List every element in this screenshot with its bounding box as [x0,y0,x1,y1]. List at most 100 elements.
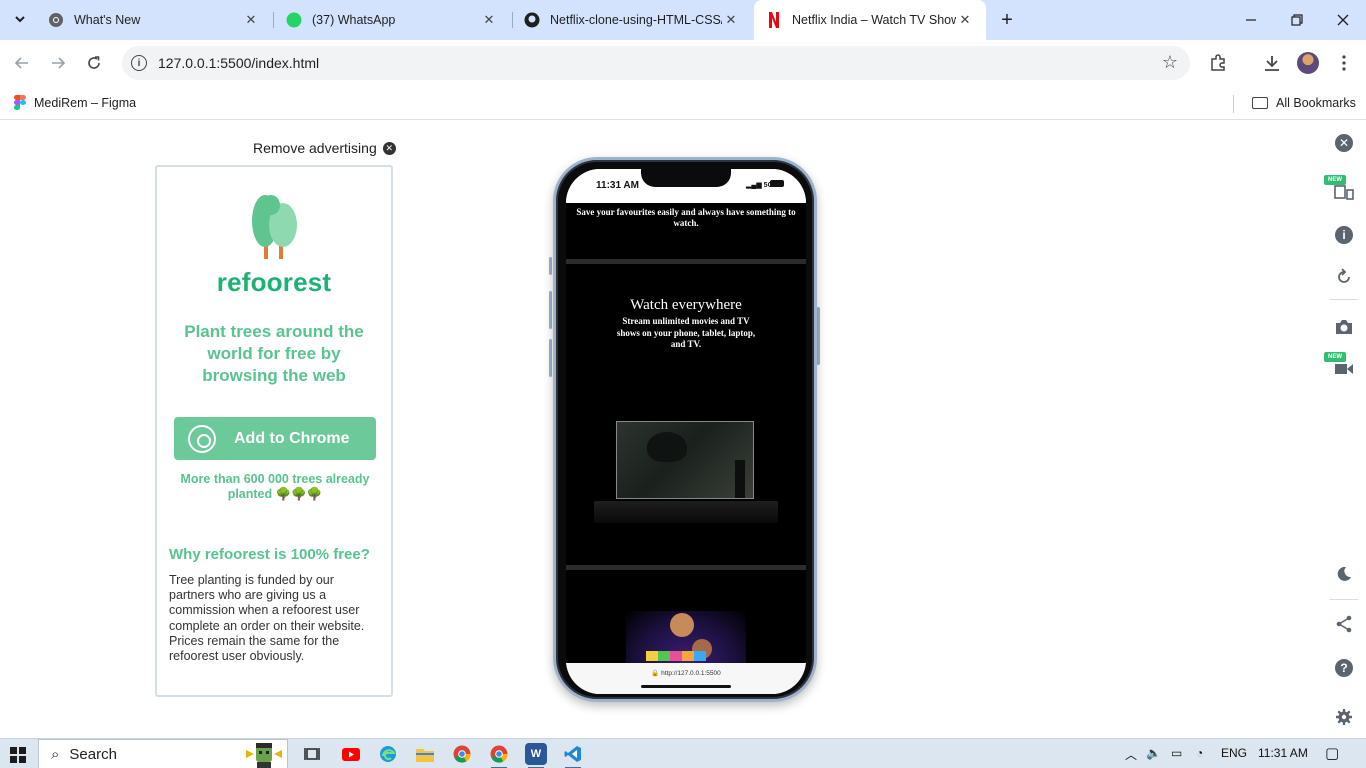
moon-icon [1337,566,1351,581]
chevron-down-icon [15,16,25,23]
tab-whats-new[interactable]: What's New ✕ [36,0,272,40]
info-button[interactable]: i [1333,224,1355,246]
phone-url: http://127.0.0.1:5500 [661,670,721,677]
download-icon [1265,56,1279,71]
extensions-button[interactable] [1206,51,1230,75]
tab-netflix[interactable]: Netflix India – Watch TV Shows ✕ [754,0,986,40]
help-button[interactable]: ? [1333,657,1355,679]
downloads-button[interactable] [1260,51,1284,75]
tab-whatsapp[interactable]: (37) WhatsApp ✕ [274,0,510,40]
close-tab-icon[interactable]: ✕ [722,12,740,28]
chrome-profile-app-icon[interactable] [488,743,510,768]
close-panel-button[interactable]: ✕ [1333,132,1355,154]
favourites-text: Save your favourites easily and always h… [576,207,796,228]
windows-taskbar: ⌕ Search W ︿ 🔈 ▭ ◔ ENG 11:31 AM ▢ [0,738,1366,768]
page-content: Remove advertising ✕ refoorest Plant tre… [0,121,1366,738]
task-view-icon[interactable] [301,743,323,765]
notifications-icon[interactable]: ▢ [1325,744,1339,762]
restore-button[interactable] [1274,0,1320,40]
netflix-page: Save your favourites easily and always h… [566,203,806,663]
why-free-heading: Why refoorest is 100% free? [169,546,370,563]
all-bookmarks-button[interactable]: All Bookmarks [1252,93,1356,113]
chrome-logo-icon [188,424,216,453]
figma-icon [14,95,26,111]
bookmark-medirem-figma[interactable]: MediRem – Figma [14,93,136,113]
reload-button[interactable] [82,51,106,75]
home-indicator [641,685,731,688]
forward-button[interactable] [46,51,70,75]
tree-logo-icon [252,195,297,259]
edge-app-icon[interactable] [377,743,399,765]
camera-icon [1336,320,1352,334]
phone-screen: 11:31 AM ▂▄▆ 5G Save your favourites eas… [566,169,806,694]
close-tab-icon[interactable]: ✕ [242,12,260,28]
all-bookmarks-label: All Bookmarks [1276,96,1356,110]
language-indicator[interactable]: ENG [1221,746,1247,760]
phone-mockup: 11:31 AM ▂▄▆ 5G Save your favourites eas… [553,157,817,702]
ad-tagline: Plant trees around the world for free by… [184,322,364,385]
record-video-button[interactable] [1333,358,1355,380]
frankenstein-search-highlight-icon [246,743,282,768]
watch-everywhere-heading: Watch everywhere [630,297,742,313]
phone-notch [641,169,731,187]
minimize-icon [1246,19,1256,21]
why-free-text: Tree planting is funded by our partners … [169,573,365,664]
battery-icon[interactable]: ▭ [1171,746,1182,760]
section-divider [566,259,806,264]
tab-title: Netflix-clone-using-HTML-CSS/ [550,13,722,27]
back-button[interactable] [10,51,34,75]
share-button[interactable] [1333,613,1355,635]
tab-search-button[interactable] [8,7,32,31]
tv-scene-bottle [735,460,745,498]
settings-button[interactable] [1333,706,1355,728]
more-vert-icon [1342,55,1346,71]
volume-icon[interactable]: 🔈 [1146,746,1161,760]
show-hidden-icons-chevron-icon[interactable]: ︿ [1125,746,1137,763]
taskbar-clock[interactable]: 11:31 AM [1258,746,1308,760]
watch-everywhere-text: Stream unlimited movies and TV shows on … [616,316,756,349]
address-url: 127.0.0.1:5500/index.html [158,55,320,71]
info-icon: i [1335,226,1353,244]
chrome-app-icon[interactable] [451,743,473,765]
tab-strip: What's New ✕ (37) WhatsApp ✕ Netflix-clo… [0,0,1366,40]
add-to-chrome-label: Add to Chrome [234,429,350,447]
file-explorer-app-icon[interactable] [414,743,436,765]
phone-url-bar: 🔒 http://127.0.0.1:5500 [566,663,806,694]
video-camera-icon [1335,364,1353,374]
vscode-app-icon[interactable] [562,743,584,768]
responsive-devices-button[interactable] [1333,180,1355,202]
phone-time: 11:31 AM [596,180,639,191]
trees-planted-text: More than 600 000 trees already planted … [180,472,370,501]
new-tab-button[interactable]: + [995,8,1019,32]
remove-advertising-link[interactable]: Remove advertising ✕ [253,140,396,156]
chrome-icon [48,12,64,28]
close-tab-icon[interactable]: ✕ [480,12,498,28]
folder-icon [1252,97,1268,109]
search-icon: ⌕ [51,745,60,763]
close-window-button[interactable] [1320,0,1366,40]
tab-github[interactable]: Netflix-clone-using-HTML-CSS/ ✕ [512,0,752,40]
dark-mode-button[interactable] [1333,563,1355,585]
windows-start-icon[interactable] [10,747,26,763]
screenshot-button[interactable] [1333,316,1355,338]
address-bar[interactable]: i 127.0.0.1:5500/index.html ☆ [122,46,1190,80]
wifi-icon[interactable]: ◔ [1196,746,1203,760]
share-icon [1336,615,1352,633]
back-arrow-icon [14,57,28,69]
help-icon: ? [1335,659,1353,677]
minimize-button[interactable] [1228,0,1274,40]
rotate-button[interactable] [1333,266,1355,288]
tab-title: What's New [74,13,141,27]
tab-title: (37) WhatsApp [312,13,396,27]
word-app-icon[interactable]: W [525,743,547,768]
tv-image [616,421,754,499]
rotate-icon [1338,268,1350,283]
chrome-menu-button[interactable] [1332,51,1356,75]
close-tab-icon[interactable]: ✕ [956,12,974,28]
battery-icon [770,180,784,187]
bookmark-star-icon[interactable]: ☆ [1162,52,1178,73]
add-to-chrome-button[interactable]: Add to Chrome [174,417,376,460]
site-info-icon[interactable]: i [131,55,147,71]
profile-avatar[interactable] [1297,52,1319,74]
youtube-app-icon[interactable] [340,743,362,765]
